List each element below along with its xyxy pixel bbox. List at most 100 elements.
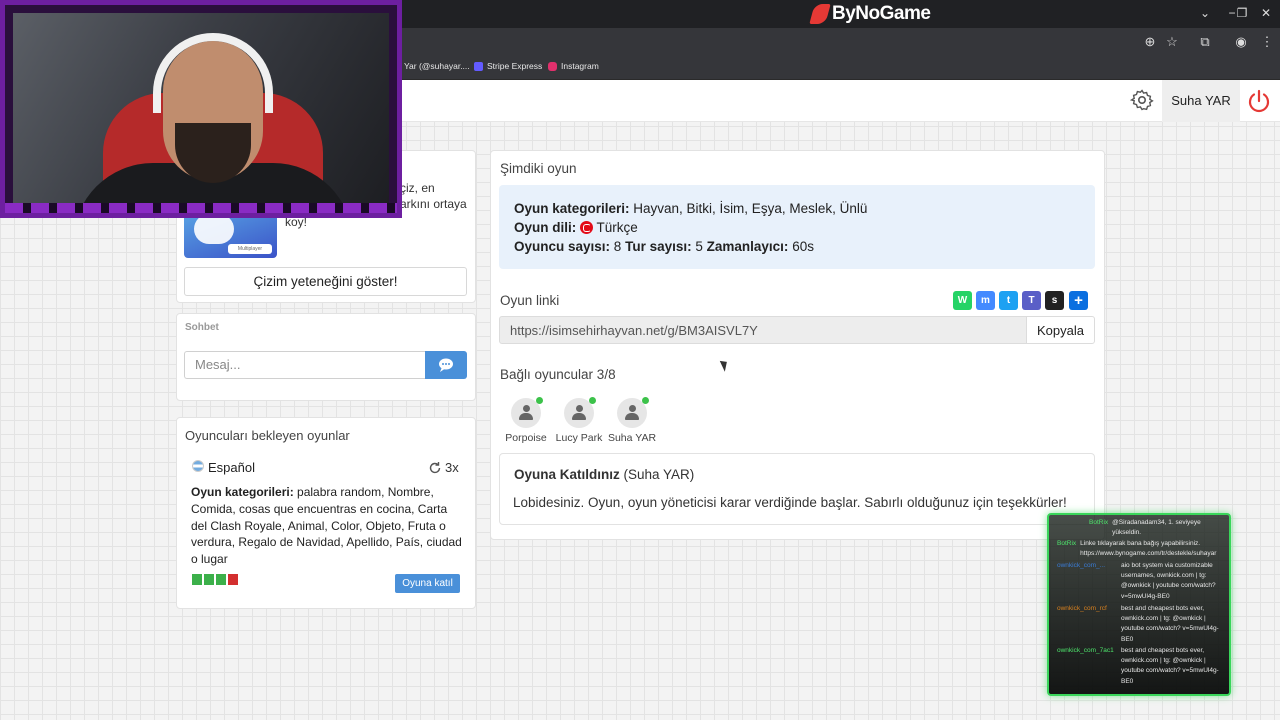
bynogame-logo-icon <box>809 4 831 24</box>
webcam-video <box>13 13 389 213</box>
zoom-icon[interactable]: ⊕ <box>1141 34 1159 50</box>
player-icon <box>216 574 226 585</box>
language-label: Oyun dili: <box>514 220 577 235</box>
rounds-value: 5 <box>691 239 703 254</box>
joined-label: Oyuna Katıldınız <box>514 467 620 482</box>
player-name: Porpoise <box>505 432 547 444</box>
joined-game-card <box>499 453 1095 525</box>
bookmark-item[interactable]: Yar (@suhayar.... <box>404 61 470 71</box>
chat-message-input[interactable]: Mesaj... <box>184 351 426 379</box>
power-icon[interactable] <box>1246 88 1272 114</box>
players-label: Oyuncu sayısı: <box>514 239 611 254</box>
turkey-flag-icon <box>580 221 594 234</box>
player-icon <box>204 574 214 585</box>
messenger-icon[interactable]: m <box>976 291 995 310</box>
chat-title: Sohbet <box>185 322 219 333</box>
brand-logo: ByNoGame <box>809 2 931 26</box>
chat-username: ownkick_com_... <box>1057 562 1106 569</box>
brand-name: ByNoGame <box>832 3 931 24</box>
send-message-button[interactable] <box>425 351 467 379</box>
webcam-frame-decoration <box>5 203 397 213</box>
timer-value: 60s <box>788 239 814 254</box>
teams-icon[interactable]: T <box>1022 291 1041 310</box>
chat-text: best and cheapest bots ever, ownkick.com… <box>1121 647 1219 685</box>
rounds-label: Tur sayısı: <box>625 239 692 254</box>
chat-text: aio bot system via customizable username… <box>1121 562 1216 600</box>
twitter-icon[interactable]: t <box>999 291 1018 310</box>
bookmark-label: Yar (@suhayar.... <box>404 61 470 71</box>
game-link-title: Oyun linki <box>500 293 560 308</box>
player-name: Suha YAR <box>607 432 657 444</box>
snapchat-icon[interactable]: s <box>1045 291 1064 310</box>
close-icon[interactable]: ✕ <box>1256 6 1276 20</box>
whatsapp-icon[interactable]: W <box>953 291 972 310</box>
connected-players-title: Bağlı oyuncular 3/8 <box>500 367 616 382</box>
stream-chat-message: ownkick_com_rcf best and cheapest bots e… <box>1057 604 1229 645</box>
copy-link-button[interactable]: Kopyala <box>1026 316 1095 344</box>
categories-label: Oyun kategorileri: <box>514 201 630 216</box>
profile-icon[interactable]: ◉ <box>1232 34 1250 50</box>
timer-label: Zamanlayıcı: <box>706 239 789 254</box>
language-value: Türkçe <box>593 220 638 235</box>
refresh-icon <box>429 461 441 473</box>
player-name: Lucy Park <box>555 432 603 444</box>
chat-username: ownkick_com_rcf <box>1057 605 1107 612</box>
webcam-overlay <box>0 0 402 218</box>
players-value: 8 <box>610 239 622 254</box>
bookmark-label: Instagram <box>561 61 599 71</box>
game-language: Oyun dili: Türkçe <box>514 220 638 235</box>
chevron-down-icon[interactable]: ⌄ <box>1195 6 1215 20</box>
lobby-message: Lobidesiniz. Oyun, oyun yöneticisi karar… <box>513 495 1067 510</box>
user-menu-button[interactable]: Suha YAR <box>1162 80 1240 122</box>
headset-icon <box>153 33 273 113</box>
show-drawing-skill-button[interactable]: Çizim yeteneğini göster! <box>184 267 467 296</box>
bookmark-item[interactable]: Stripe Express <box>474 61 542 71</box>
join-game-button[interactable]: Oyuna katıl <box>395 574 460 593</box>
promo-image-caption: Multiplayer <box>228 244 272 254</box>
stream-chat-message: BotRix Linke tıklayarak bana bağış yapab… <box>1057 539 1229 559</box>
chat-bubble-icon <box>439 358 453 372</box>
settings-gear-icon[interactable] <box>1130 88 1154 112</box>
chat-text: Linke tıklayarak bana bağış yapabilirsin… <box>1080 540 1217 558</box>
stripe-icon <box>474 61 483 71</box>
rounds-count: 3x <box>445 460 459 475</box>
star-icon[interactable]: ☆ <box>1163 34 1181 50</box>
stream-chat-overlay: BotRix @Siradanadam34, 1. seviyeye yükse… <box>1047 513 1231 696</box>
extensions-icon[interactable]: ⧉ <box>1196 34 1214 50</box>
game-categories: Oyun kategorileri: Hayvan, Bitki, İsim, … <box>514 201 867 216</box>
bookmark-label: Stripe Express <box>487 61 543 71</box>
joined-user: (Suha YAR) <box>619 467 695 482</box>
game-link-field[interactable]: https://isimsehirhayvan.net/g/BM3AISVL7Y <box>499 316 1027 344</box>
online-status-dot <box>642 397 649 404</box>
stream-chat-message: ownkick_com_7ac1 best and cheapest bots … <box>1057 646 1229 687</box>
restore-icon[interactable]: ❐ <box>1232 6 1252 20</box>
player-icon <box>192 574 202 585</box>
menu-icon[interactable]: ⋮ <box>1258 34 1276 50</box>
share-more-icon[interactable]: + <box>1069 291 1088 310</box>
player-avatar[interactable] <box>617 397 649 428</box>
user-icon <box>572 405 586 420</box>
categories-label: Oyun kategorileri: <box>191 485 294 499</box>
user-icon <box>519 405 533 420</box>
bookmark-item[interactable]: Instagram <box>548 61 599 71</box>
rounds-indicator: 3x <box>428 460 459 475</box>
player-avatar[interactable] <box>511 397 543 428</box>
player-avatar[interactable] <box>564 397 596 428</box>
promo-text-line: arkını ortaya <box>400 197 467 211</box>
cloud-illustration <box>194 214 234 244</box>
user-icon <box>625 405 639 420</box>
player-icon <box>228 574 238 585</box>
joined-game-title: Oyuna Katıldınız (Suha YAR) <box>514 467 694 482</box>
promo-text-line: çiz, en <box>400 181 435 195</box>
categories-value: Hayvan, Bitki, İsim, Eşya, Meslek, Ünlü <box>629 201 868 216</box>
waiting-games-title: Oyuncuları bekleyen oyunlar <box>185 428 350 443</box>
argentina-flag-icon <box>192 460 204 472</box>
online-status-dot <box>589 397 596 404</box>
chat-username: BotRix <box>1089 519 1109 526</box>
chat-text: @Siradanadam34, 1. seviyeye yükseldin. <box>1112 519 1201 537</box>
waiting-game-categories: Oyun kategorileri: palabra random, Nombr… <box>191 484 463 568</box>
stream-chat-message: ownkick_com_... aio bot system via custo… <box>1057 561 1229 602</box>
chat-username: ownkick_com_7ac1 <box>1057 647 1114 654</box>
instagram-icon <box>548 61 557 71</box>
game-settings: Oyuncu sayısı: 8 Tur sayısı: 5 Zamanlayı… <box>514 239 814 254</box>
